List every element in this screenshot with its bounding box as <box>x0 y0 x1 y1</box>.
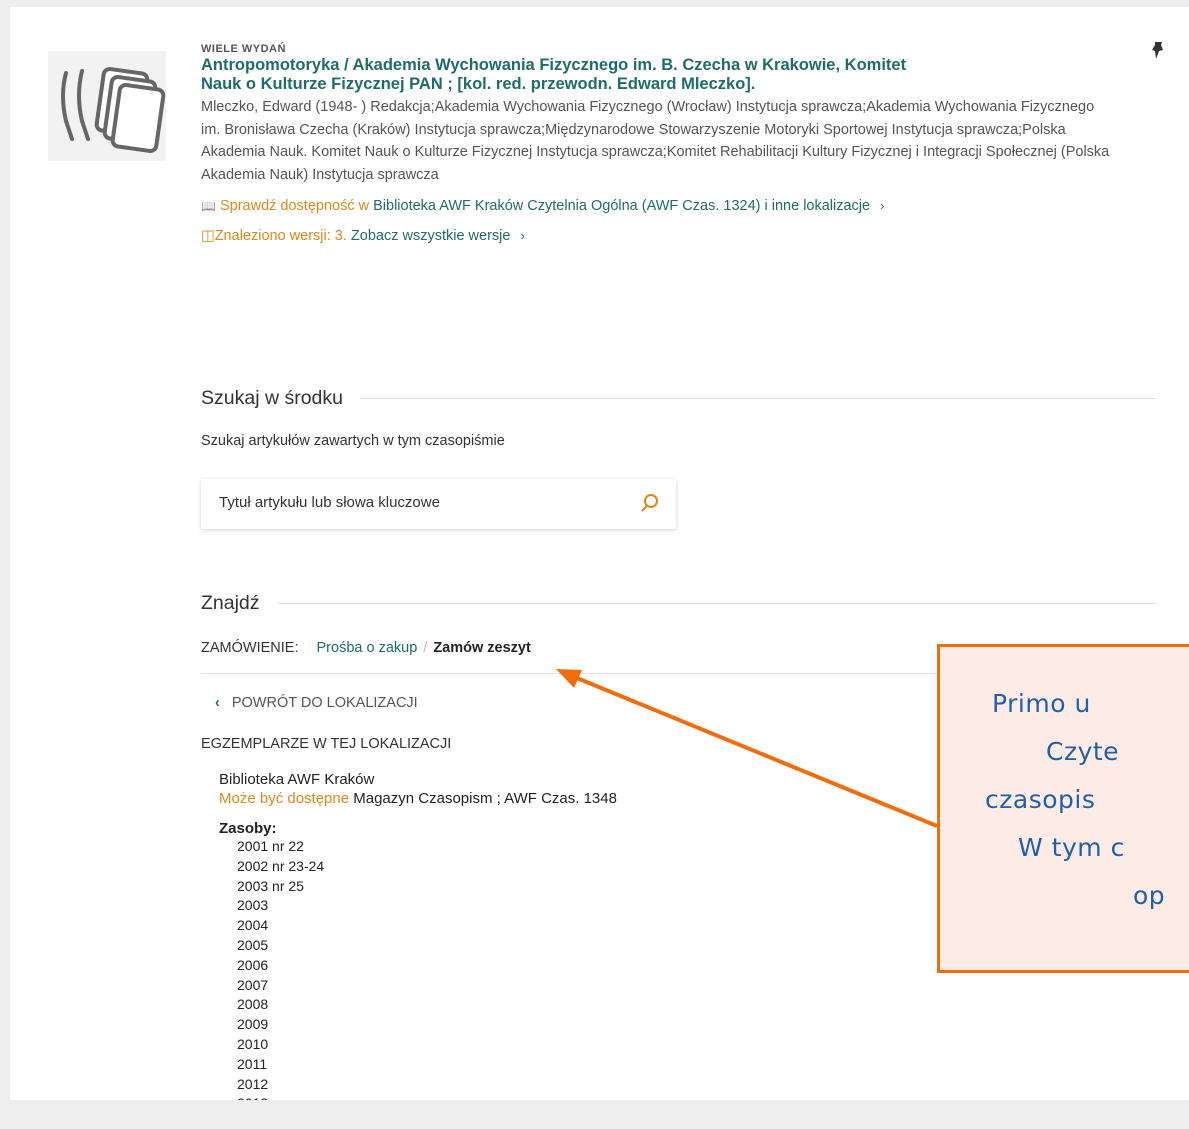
order-separator: / <box>423 640 428 656</box>
section-divider <box>360 398 1156 399</box>
holding-item: 2007 <box>237 976 269 993</box>
purchase-request-link[interactable]: Prośba o zakup <box>317 640 418 656</box>
callout-line: czasopis <box>985 785 1096 814</box>
record-title-link[interactable]: Antropomotoryka / Akademia Wychowania Fi… <box>201 56 931 94</box>
annotation-callout: Primo u Czyte czasopis W tym c op <box>937 644 1189 973</box>
holding-item: 2003 <box>237 897 269 914</box>
search-inside-description: Szukaj artykułów zawartych w tym czasopi… <box>201 433 505 449</box>
chevron-left-icon: ‹ <box>215 695 220 711</box>
holding-item: 2013 <box>237 1094 324 1100</box>
chevron-right-icon: › <box>520 228 525 243</box>
holding-item: 2011 <box>237 1055 268 1072</box>
order-label: ZAMÓWIENIE: <box>201 640 299 656</box>
find-heading: Znajdź <box>201 592 1156 615</box>
holding-item: 2006 <box>237 956 269 973</box>
item-location: Magazyn Czasopism ; AWF Czas. 1348 <box>353 790 617 807</box>
holding-item: 2008 <box>237 996 269 1013</box>
location-block: Biblioteka AWF Kraków Może być dostępne … <box>219 770 617 808</box>
back-label: POWRÓT DO LOKALIZACJI <box>231 695 418 711</box>
holding-item: 2012 <box>237 1075 269 1092</box>
search-inside-input[interactable] <box>217 493 621 512</box>
versions-icon: ◫ <box>201 228 215 244</box>
holdings-label: Zasoby: <box>219 820 277 837</box>
holdings-block: Zasoby: 2001 nr 22 2002 nr 23-24 2003 nr… <box>219 820 324 1100</box>
search-inside-heading: Szukaj w środku <box>201 387 1156 410</box>
order-options: ZAMÓWIENIE: Prośba o zakup / Zamów zeszyt <box>201 640 531 656</box>
search-inside-box <box>201 479 676 529</box>
search-icon[interactable] <box>640 493 660 513</box>
callout-line: Primo u <box>992 689 1091 718</box>
holdings-list: 2001 nr 22 2002 nr 23-24 2003 nr 25 2003… <box>219 837 324 1100</box>
order-issue-link[interactable]: Zamów zeszyt <box>433 640 531 656</box>
callout-line: Czyte <box>1046 737 1120 766</box>
library-name: Biblioteka AWF Kraków <box>219 771 375 788</box>
versions-count: Znaleziono wersji: 3. <box>214 228 347 244</box>
search-inside-title: Szukaj w środku <box>201 387 343 409</box>
back-to-locations-link[interactable]: ‹ POWRÓT DO LOKALIZACJI <box>215 695 418 711</box>
holding-item: 2010 <box>237 1035 269 1052</box>
holding-item: 2009 <box>237 1016 269 1033</box>
holding-item: 2003 nr 25 <box>237 877 304 894</box>
callout-line: W tym c <box>1018 833 1125 862</box>
availability-location-link[interactable]: Biblioteka AWF Kraków Czytelnia Ogólna (… <box>373 198 870 214</box>
availability-row[interactable]: 📖 Sprawdź dostępność w Biblioteka AWF Kr… <box>201 198 1131 214</box>
record-authors: Mleczko, Edward (1948- ) Redakcja;Akadem… <box>201 99 1110 183</box>
holding-item: 2001 nr 22 <box>237 838 304 854</box>
availability-line: Może być dostępne Magazyn Czasopism ; AW… <box>219 789 617 808</box>
holding-item: 2002 nr 23-24 <box>237 857 325 874</box>
section-divider <box>277 603 1156 604</box>
record-details: WIELE WYDAŃ Antropomotoryka / Akademia W… <box>201 43 1131 244</box>
availability-status: Sprawdź dostępność w <box>219 198 370 214</box>
pin-icon[interactable] <box>1150 41 1166 61</box>
chevron-right-icon: › <box>880 198 885 213</box>
item-status: Może być dostępne <box>219 790 350 807</box>
holding-item: 2004 <box>237 917 269 934</box>
book-icon: 📖 <box>201 199 216 213</box>
find-title: Znajdź <box>201 592 260 614</box>
multiple-editions-icon <box>48 51 166 161</box>
versions-row[interactable]: ◫Znaleziono wersji: 3. Zobacz wszystkie … <box>201 228 1131 244</box>
holding-item: 2005 <box>237 936 269 953</box>
see-all-versions-link[interactable]: Zobacz wszystkie wersje <box>351 228 511 244</box>
callout-line: op <box>1133 881 1166 910</box>
record-type-label: WIELE WYDAŃ <box>201 43 286 55</box>
items-heading: EGZEMPLARZE W TEJ LOKALIZACJI <box>201 736 452 752</box>
